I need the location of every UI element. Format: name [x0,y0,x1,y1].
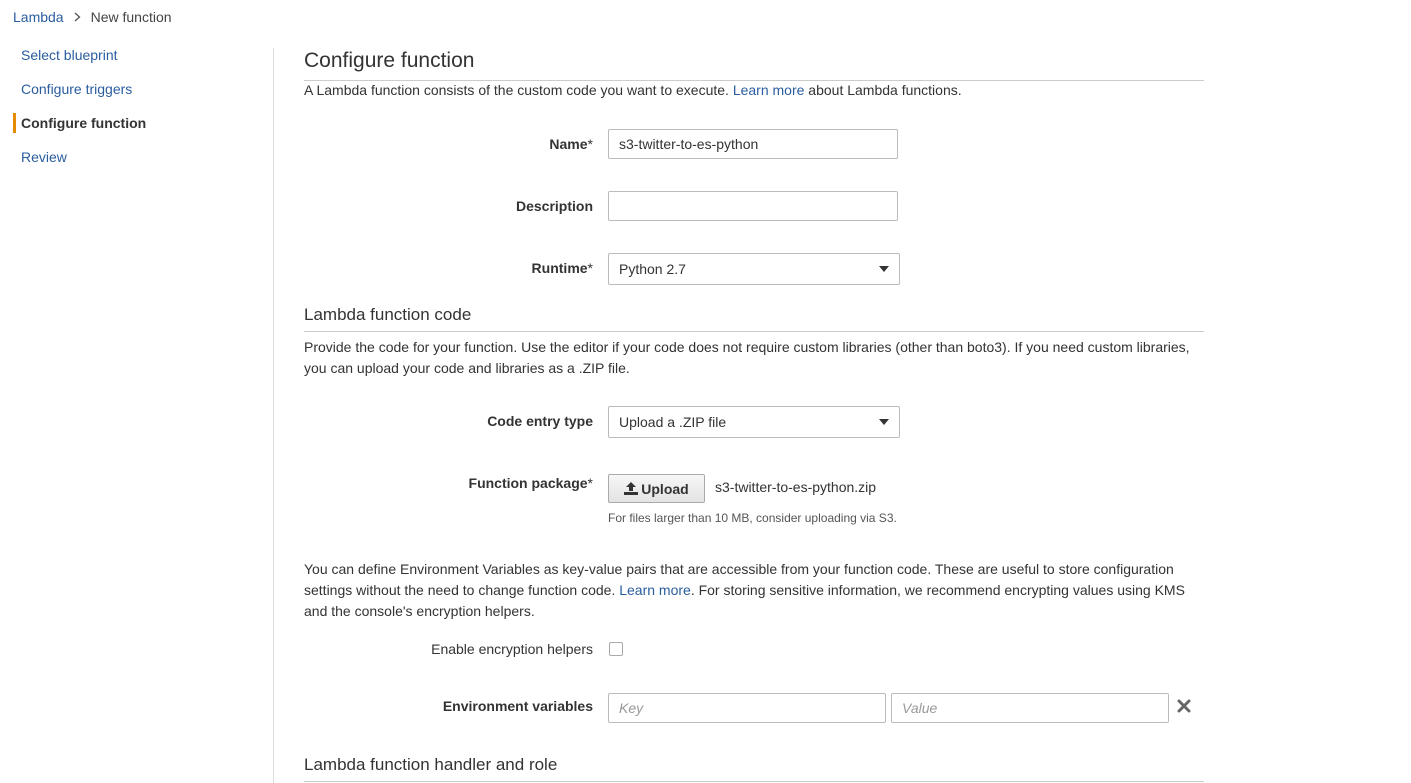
breadcrumb-lambda-link[interactable]: Lambda [13,9,64,25]
runtime-label: Runtime* [532,260,593,276]
upload-button-label: Upload [641,480,689,497]
code-section-title: Lambda function code [304,304,1204,332]
close-icon[interactable] [1177,699,1191,713]
code-entry-type-value: Upload a .ZIP file [619,414,727,430]
code-intro: Provide the code for your function. Use … [304,339,1190,376]
learn-more-link[interactable]: Learn more [733,82,805,98]
code-entry-type-select[interactable]: Upload a .ZIP file [608,406,900,438]
env-value-input[interactable] [891,693,1169,723]
description-label: Description [515,198,593,214]
name-label-text: Name [549,136,588,152]
env-intro: You can define Environment Variables as … [304,559,1204,622]
env-key-input[interactable] [608,693,886,723]
runtime-select-value: Python 2.7 [619,261,686,277]
required-mark: * [587,260,593,276]
runtime-select[interactable]: Python 2.7 [608,253,900,285]
sidebar-item-configure-triggers[interactable]: Configure triggers [0,78,272,100]
uploaded-file-name: s3-twitter-to-es-python.zip [715,479,877,495]
handler-section-title: Lambda function handler and role [304,754,1204,782]
breadcrumb-current: New function [90,9,172,25]
required-mark: * [587,475,593,491]
required-mark: * [587,136,593,152]
runtime-label-text: Runtime [531,260,588,276]
encryption-helpers-label: Enable encryption helpers [431,641,593,657]
environment-variables-label: Environment variables [442,698,593,714]
configure-intro-tail: about Lambda functions. [804,82,962,98]
configure-intro-text: A Lambda function consists of the custom… [304,82,733,98]
configure-intro: A Lambda function consists of the custom… [304,80,1204,101]
name-input[interactable] [608,129,898,159]
description-input[interactable] [608,191,898,221]
sidebar-item-review[interactable]: Review [0,146,272,168]
upload-icon [624,482,639,495]
upload-button[interactable]: Upload [608,474,705,503]
name-label: Name* [549,136,593,152]
breadcrumb: Lambda New function [13,8,172,26]
function-package-label-text: Function package [468,475,588,491]
code-entry-type-label: Code entry type [487,413,593,429]
caret-down-icon [879,419,889,425]
caret-down-icon [879,266,889,272]
sidebar-divider [273,48,274,783]
page-title: Configure function [304,48,1204,81]
wizard-steps-sidebar: Select blueprint Configure triggers Conf… [0,44,272,180]
sidebar-item-select-blueprint[interactable]: Select blueprint [0,44,272,66]
sidebar-item-configure-function[interactable]: Configure function [0,112,272,134]
upload-size-hint: For files larger than 10 MB, consider up… [608,511,897,525]
main-content: Configure function A Lambda function con… [304,0,1204,783]
encryption-helpers-checkbox[interactable] [609,642,623,656]
chevron-right-icon [74,12,81,22]
env-learn-more-link[interactable]: Learn more [619,582,691,598]
function-package-label: Function package* [469,475,593,491]
